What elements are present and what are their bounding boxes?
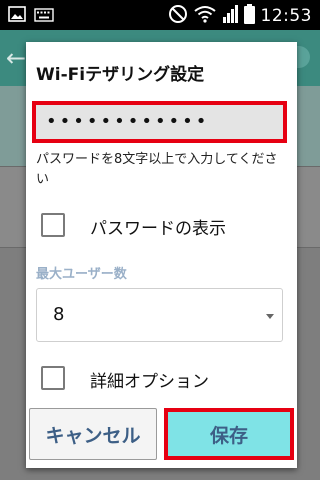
keyboard-icon: [34, 7, 54, 26]
status-bar: 12:53: [0, 0, 320, 30]
max-users-select[interactable]: 8: [36, 288, 283, 342]
battery-icon: [243, 4, 255, 28]
password-value: ••••••••••••: [46, 111, 210, 132]
do-not-disturb-icon: [168, 4, 188, 28]
dialog-title: Wi-Fiテザリング設定: [36, 65, 205, 85]
clock: 12:53: [260, 6, 312, 26]
save-button[interactable]: 保存: [164, 408, 294, 460]
advanced-options-checkbox[interactable]: [41, 366, 65, 390]
wifi-tethering-settings-dialog: Wi-Fiテザリング設定 •••••••••••• パスワードを8文字以上で入力…: [26, 42, 297, 468]
password-hint: パスワードを8文字以上で入力してください: [36, 152, 278, 187]
max-users-label: 最大ユーザー数: [36, 267, 127, 282]
back-arrow-icon: ←: [6, 44, 27, 72]
cancel-button[interactable]: キャンセル: [29, 408, 157, 460]
wifi-icon: [193, 5, 216, 27]
show-password-checkbox[interactable]: [41, 213, 65, 237]
show-password-label[interactable]: パスワードの表示: [90, 214, 226, 239]
password-input[interactable]: ••••••••••••: [32, 101, 287, 143]
dropdown-caret-icon: [266, 314, 274, 319]
advanced-options-label[interactable]: 詳細オプション: [90, 367, 209, 392]
max-users-value: 8: [53, 304, 65, 325]
image-icon: [8, 6, 26, 26]
signal-icon: [222, 5, 238, 27]
